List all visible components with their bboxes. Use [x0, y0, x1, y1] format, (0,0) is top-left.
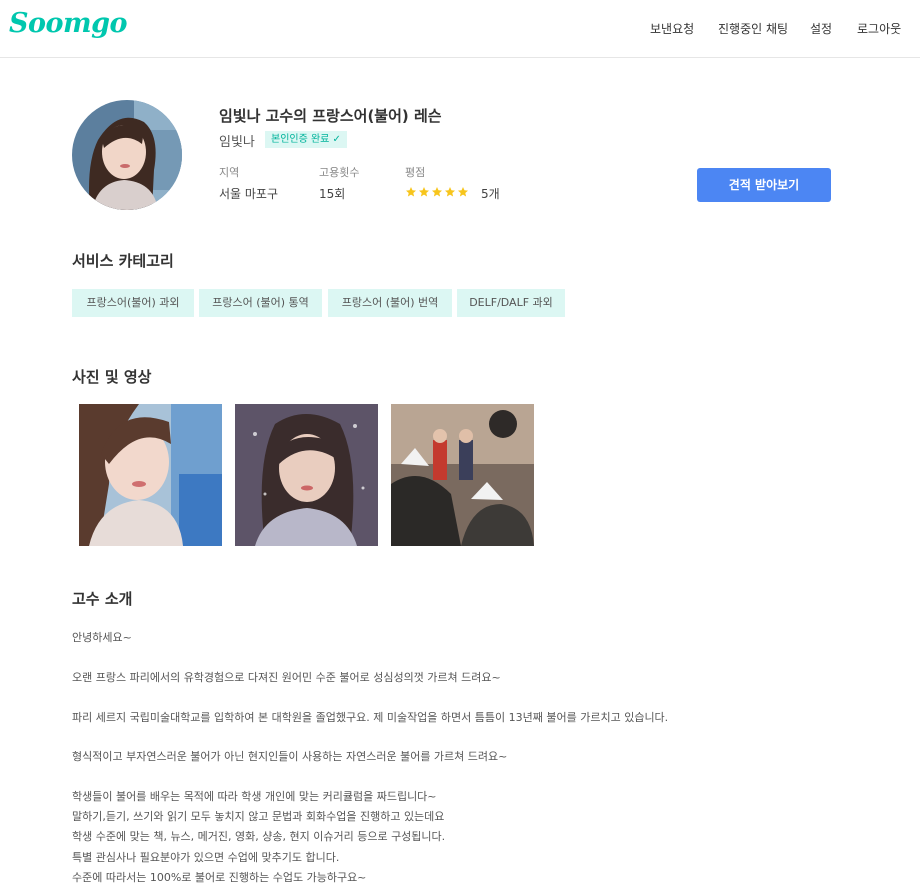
top-navigation-bar: Soomgo 보낸요청 진행중인 채팅 설정 로그아웃	[0, 0, 920, 58]
profile-title: 임빛나 고수의 프랑스어(불어) 레슨	[219, 107, 442, 125]
intro-line: 특별 관심사나 필요분야가 있으면 수업에 맞추기도 합니다.	[72, 851, 340, 864]
intro-line: 형식적이고 부자연스러운 불어가 아닌 현지인들이 사용하는 자연스러운 불어를…	[72, 750, 508, 763]
get-quote-button[interactable]: 견적 받아보기	[697, 168, 831, 202]
service-chip-interpretation[interactable]: 프랑스어 (불어) 통역	[199, 289, 322, 317]
verified-badge: 본인인증 완료 ✓	[265, 131, 347, 148]
intro-line: 오랜 프랑스 파리에서의 유학경험으로 다져진 원어민 수준 불어로 성심성의껏…	[72, 671, 501, 684]
hires-label: 고용횟수	[319, 166, 360, 179]
service-chip-delf[interactable]: DELF/DALF 과외	[457, 289, 565, 317]
star-icon	[419, 187, 429, 197]
region-label: 지역	[219, 166, 240, 179]
service-chip-translation[interactable]: 프랑스어 (불어) 번역	[328, 289, 452, 317]
rating-stars	[405, 186, 469, 198]
photo-portrait-2[interactable]	[235, 404, 378, 546]
star-icon	[406, 187, 416, 197]
hires-value: 15회	[319, 187, 346, 201]
intro-line: 안녕하세요~	[72, 631, 132, 644]
intro-line: 학생들이 불어를 배우는 목적에 따라 학생 개인에 맞는 커리큘럼을 짜드립니…	[72, 790, 437, 803]
rating-count: 5개	[481, 187, 500, 201]
intro-line: 학생 수준에 맞는 책, 뉴스, 메거진, 영화, 샹송, 현지 이슈거리 등으…	[72, 830, 446, 843]
rating-label: 평점	[405, 166, 426, 179]
intro-heading: 고수 소개	[72, 590, 133, 608]
nav-settings[interactable]: 설정	[810, 20, 832, 37]
avatar	[72, 100, 182, 210]
nav-logout[interactable]: 로그아웃	[857, 20, 901, 37]
service-chip-lesson[interactable]: 프랑스어(불어) 과외	[72, 289, 194, 317]
services-heading: 서비스 카테고리	[72, 252, 174, 270]
expert-name: 임빛나	[219, 135, 255, 150]
photo-portrait-1[interactable]	[79, 404, 222, 546]
star-icon	[445, 187, 455, 197]
nav-sent-requests[interactable]: 보낸요청	[650, 20, 694, 37]
soomgo-logo[interactable]: Soomgo	[9, 8, 127, 39]
photo-class[interactable]	[391, 404, 534, 546]
star-icon	[432, 187, 442, 197]
region-value: 서울 마포구	[219, 187, 279, 201]
nav-active-chats[interactable]: 진행중인 채팅	[718, 20, 788, 37]
media-heading: 사진 및 영상	[72, 368, 152, 386]
intro-line: 수준에 따라서는 100%로 불어로 진행하는 수업도 가능하구요~	[72, 871, 367, 884]
star-icon	[458, 187, 468, 197]
intro-line: 파리 세르지 국립미술대학교를 입학하여 본 대학원을 졸업했구요. 제 미술작…	[72, 711, 669, 724]
intro-line: 말하기,듣기, 쓰기와 읽기 모두 놓치지 않고 문법과 회화수업을 진행하고 …	[72, 810, 445, 823]
